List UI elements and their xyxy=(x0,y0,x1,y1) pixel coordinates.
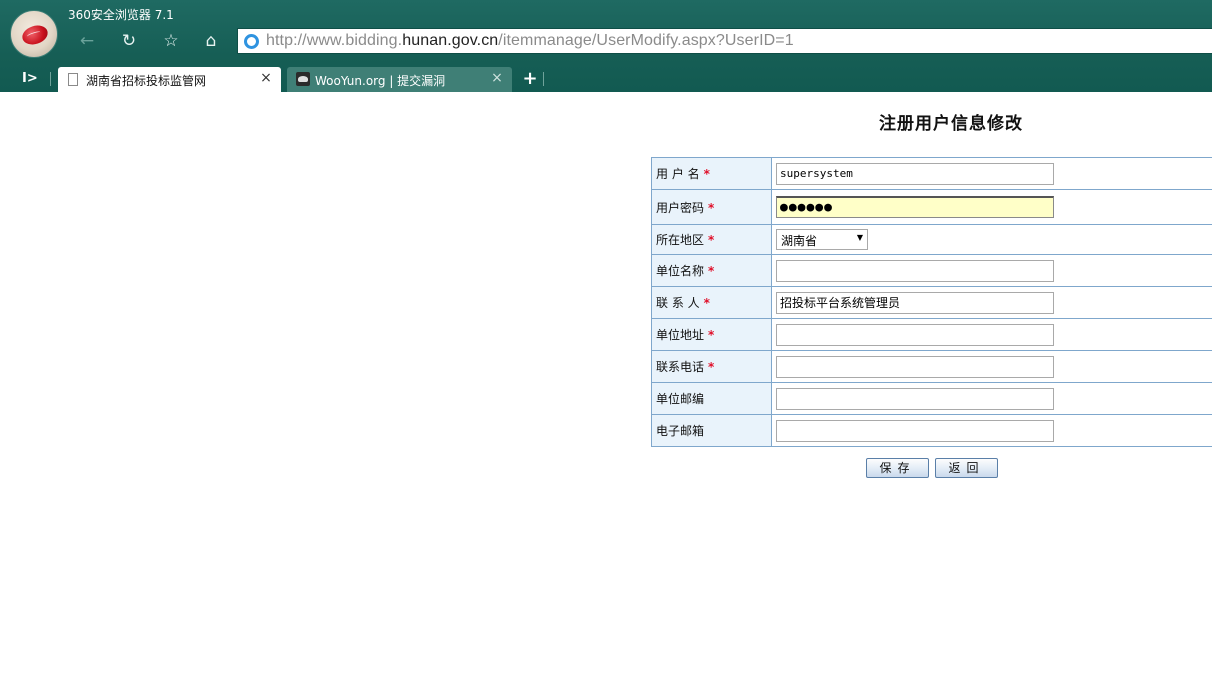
tab-close-icon[interactable]: × xyxy=(490,70,504,86)
phone-label: 联系电话 * xyxy=(651,350,772,383)
wooyun-favicon-icon xyxy=(296,72,310,86)
contact-input[interactable] xyxy=(776,291,1054,314)
tab-hunan-bidding[interactable]: 湖南省招标投标监管网 × xyxy=(58,67,281,92)
new-tab-plus-icon[interactable]: + xyxy=(519,68,541,90)
page-icon xyxy=(68,73,78,86)
form-row-contact: 联 系 人 * xyxy=(651,286,1212,319)
back-arrow-icon[interactable]: ← xyxy=(76,30,98,52)
form-row-username: 用 户 名 * xyxy=(651,157,1212,190)
save-button[interactable]: 保存 xyxy=(866,458,929,478)
sidebar-toggle-icon[interactable]: I> xyxy=(22,70,42,88)
required-mark: * xyxy=(708,233,715,247)
address-input[interactable] xyxy=(776,323,1054,346)
region-label: 所在地区 * xyxy=(651,224,772,255)
dropdown-arrow-icon: ▼ xyxy=(856,233,863,242)
email-label: 电子邮箱 xyxy=(651,414,772,447)
app-title: 360安全浏览器 7.1 xyxy=(68,8,174,22)
required-mark: * xyxy=(703,167,710,181)
browser-chrome: 360安全浏览器 7.1 ← ↻ ☆ ⌂ http://www.bidding.… xyxy=(0,0,1212,92)
form-row-region: 所在地区 * 湖南省 ▼ xyxy=(651,224,1212,255)
form-row-password: 用户密码 * xyxy=(651,189,1212,225)
username-label: 用 户 名 * xyxy=(651,157,772,190)
address-bar[interactable]: http://www.bidding.hunan.gov.cn/itemmana… xyxy=(237,28,1212,54)
company-name-label: 单位名称 * xyxy=(651,254,772,287)
refresh-icon[interactable]: ↻ xyxy=(118,30,140,52)
tab-divider xyxy=(50,72,51,86)
url-prefix: http://www.bidding. xyxy=(266,32,403,49)
favorite-star-icon[interactable]: ☆ xyxy=(160,30,182,52)
required-mark: * xyxy=(703,296,710,310)
email-input[interactable] xyxy=(776,419,1054,442)
tab-label: 湖南省招标投标监管网 xyxy=(86,74,207,88)
browser-logo-icon[interactable] xyxy=(10,10,58,58)
user-info-form: 用 户 名* 用户密码* 所在地区* 湖南省 ▼ 单位名称* 联 系 人* 单位… xyxy=(651,157,1212,447)
address-label: 单位地址 * xyxy=(651,318,772,351)
url-path: /itemmanage/UserModify.aspx?UserID=1 xyxy=(498,32,794,49)
required-mark: * xyxy=(708,264,715,278)
contact-label: 联 系 人 * xyxy=(651,286,772,319)
required-mark: * xyxy=(708,200,715,215)
form-row-address: 单位地址 * xyxy=(651,318,1212,351)
home-icon[interactable]: ⌂ xyxy=(200,30,222,52)
form-row-postcode: 单位邮编 xyxy=(651,382,1212,415)
url-host: hunan.gov.cn xyxy=(402,32,499,49)
form-row-email: 电子邮箱 xyxy=(651,414,1212,447)
tab-label: WooYun.org | 提交漏洞 xyxy=(315,74,446,88)
form-row-phone: 联系电话 * xyxy=(651,350,1212,383)
region-select-value: 湖南省 xyxy=(781,234,818,248)
username-input[interactable] xyxy=(776,162,1054,185)
phone-input[interactable] xyxy=(776,355,1054,378)
company-name-input[interactable] xyxy=(776,259,1054,282)
required-mark: * xyxy=(708,328,715,342)
tab-close-icon[interactable]: × xyxy=(259,70,273,86)
back-button[interactable]: 返回 xyxy=(935,458,998,478)
required-mark: * xyxy=(708,360,715,374)
password-label: 用户密码 * xyxy=(651,189,772,225)
password-input[interactable] xyxy=(776,196,1054,218)
page-title: 注册用户信息修改 xyxy=(879,114,1023,134)
tab-wooyun[interactable]: WooYun.org | 提交漏洞 × xyxy=(287,67,512,92)
postcode-input[interactable] xyxy=(776,387,1054,410)
region-select[interactable]: 湖南省 ▼ xyxy=(776,229,868,250)
postcode-label: 单位邮编 xyxy=(651,382,772,415)
address-url[interactable]: http://www.bidding.hunan.gov.cn/itemmana… xyxy=(266,32,794,50)
secure-site-icon xyxy=(244,34,259,49)
tab-divider xyxy=(543,72,544,86)
form-row-company-name: 单位名称 * xyxy=(651,254,1212,287)
